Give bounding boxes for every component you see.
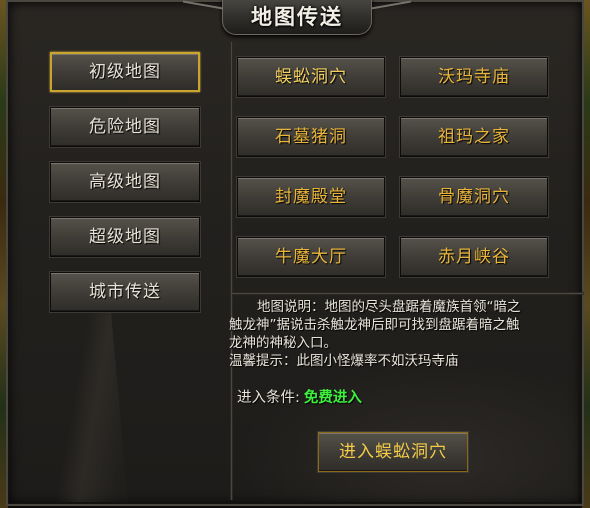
entry-condition-label: 进入条件: <box>237 390 300 406</box>
entry-condition: 进入条件: 免费进入 <box>237 386 362 407</box>
map-button-label: 赤月峡谷 <box>438 247 510 267</box>
map-button-centipede-cave[interactable]: 蜈蚣洞穴 <box>237 57 385 97</box>
title-plate[interactable]: 地图传送 <box>183 0 411 35</box>
map-button-label: 骨魔洞穴 <box>438 187 510 207</box>
enter-map-button-label: 进入蜈蚣洞穴 <box>339 442 447 462</box>
map-button-label: 蜈蚣洞穴 <box>275 67 347 87</box>
description-line: 触龙神”据说击杀触龙神后即可找到盘踞着暗之触 <box>229 317 520 333</box>
map-button-sealed-demon-hall[interactable]: 封魔殿堂 <box>237 177 385 217</box>
category-button-dangerous[interactable]: 危险地图 <box>50 107 200 147</box>
map-button-label: 牛魔大厅 <box>275 247 347 267</box>
category-button-label: 城市传送 <box>89 282 161 302</box>
map-description: 地图说明：地图的尽头盘踞着魔族首领“暗之 触龙神”据说击杀触龙神后即可找到盘踞着… <box>229 298 567 370</box>
map-button-bull-demon-hall[interactable]: 牛魔大厅 <box>237 237 385 277</box>
map-button-label: 祖玛之家 <box>438 127 510 147</box>
warm-tip-line: 温馨提示：此图小怪爆率不如沃玛寺庙 <box>229 353 459 369</box>
enter-map-button[interactable]: 进入蜈蚣洞穴 <box>318 432 468 472</box>
map-button-red-moon-canyon[interactable]: 赤月峡谷 <box>400 237 548 277</box>
window-title: 地图传送 <box>251 5 343 29</box>
map-button-bone-demon-cave[interactable]: 骨魔洞穴 <box>400 177 548 217</box>
description-line: 地图说明：地图的尽头盘踞着魔族首领“暗之 <box>257 299 521 315</box>
category-button-label: 初级地图 <box>89 62 161 82</box>
category-button-city-teleport[interactable]: 城市传送 <box>50 272 200 312</box>
category-button-label: 危险地图 <box>89 117 161 137</box>
map-button-label: 沃玛寺庙 <box>438 67 510 87</box>
description-line: 龙神的神秘入口。 <box>229 335 337 351</box>
category-button-label: 超级地图 <box>89 227 161 247</box>
panel-divider-vertical <box>230 42 233 500</box>
background-rock-art <box>56 302 128 502</box>
map-button-label: 封魔殿堂 <box>275 187 347 207</box>
category-button-beginner[interactable]: 初级地图 <box>50 52 200 92</box>
map-button-label: 石墓猪洞 <box>275 127 347 147</box>
category-button-advanced[interactable]: 高级地图 <box>50 162 200 202</box>
category-button-label: 高级地图 <box>89 172 161 192</box>
category-button-super[interactable]: 超级地图 <box>50 217 200 257</box>
entry-condition-value: 免费进入 <box>303 390 362 406</box>
map-button-woma-temple[interactable]: 沃玛寺庙 <box>400 57 548 97</box>
map-button-stone-tomb-pig-cave[interactable]: 石墓猪洞 <box>237 117 385 157</box>
map-button-zuma-home[interactable]: 祖玛之家 <box>400 117 548 157</box>
panel-divider-horizontal <box>232 292 584 295</box>
